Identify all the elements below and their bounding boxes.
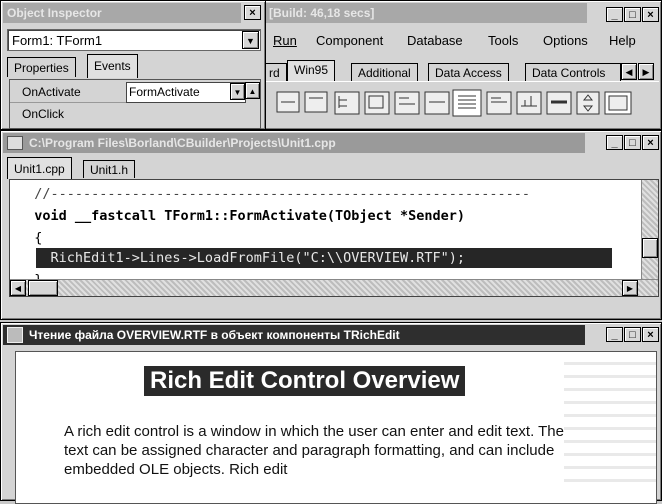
main-window: [Build: 46,18 secs] _ □ × Run Component … [262, 0, 662, 130]
events-grid: OnActivate FormActivate ▼ OnClick ▲ [9, 79, 261, 129]
scrollbar-thumb[interactable] [28, 280, 58, 296]
code-area[interactable]: //--------------------------------------… [9, 179, 659, 297]
vertical-scrollbar[interactable] [641, 180, 658, 280]
close-button[interactable]: × [642, 327, 659, 342]
richedit-window-buttons: _ □ × [606, 327, 659, 342]
editor-titlebar[interactable]: C:\Program Files\Borland\CBuilder\Projec… [3, 133, 585, 153]
tab-properties[interactable]: Properties [7, 57, 76, 77]
richedit-heading: Rich Edit Control Overview [144, 366, 466, 396]
tab-unit1-h[interactable]: Unit1.h [83, 160, 136, 178]
scroll-left-button[interactable]: ◀ [10, 280, 26, 296]
component-icons[interactable] [263, 82, 659, 126]
object-selector-value: Form1: TForm1 [12, 33, 103, 48]
grid-row[interactable]: OnActivate FormActivate ▼ [10, 82, 246, 103]
menu-component[interactable]: Component [316, 33, 383, 48]
scroll-right-button[interactable]: ▶ [622, 280, 638, 296]
maximize-button[interactable]: □ [624, 135, 641, 150]
event-value: FormActivate [129, 85, 200, 99]
code-editor-window: C:\Program Files\Borland\CBuilder\Projec… [0, 130, 662, 320]
inspector-close-button[interactable]: × [244, 5, 261, 20]
inspector-titlebar[interactable]: Object Inspector [3, 3, 241, 23]
minimize-button[interactable]: _ [606, 7, 623, 22]
event-value-field[interactable]: FormActivate ▼ [126, 82, 246, 103]
main-window-titlebar[interactable]: [Build: 46,18 secs] [265, 3, 587, 23]
richedit-window: Чтение файла OVERVIEW.RTF в объект компо… [0, 322, 662, 504]
component-palette [263, 81, 659, 126]
menu-tools[interactable]: Tools [488, 33, 518, 48]
object-selector[interactable]: Form1: TForm1 ▼ [7, 29, 261, 51]
close-button[interactable]: × [642, 135, 659, 150]
minimize-button[interactable]: _ [606, 327, 623, 342]
grid-row[interactable]: OnClick [10, 104, 244, 124]
scrollbar-thumb[interactable] [642, 238, 658, 258]
palette-tab-standard[interactable]: rd [263, 63, 287, 81]
palette-tab-win95[interactable]: Win95 [287, 60, 336, 81]
event-name: OnClick [22, 107, 65, 121]
palette-tab-data-access[interactable]: Data Access [428, 63, 509, 81]
horizontal-scrollbar[interactable]: ◀ ▶ [10, 279, 658, 296]
richedit-heading-text: Rich Edit Control Overview [150, 367, 460, 394]
richedit-control[interactable]: Rich Edit Control Overview A rich edit c… [15, 351, 657, 504]
tab-events[interactable]: Events [87, 54, 138, 78]
object-inspector-window: Object Inspector × Form1: TForm1 ▼ Prope… [0, 0, 266, 130]
editor-window-buttons: _ □ × [606, 135, 659, 150]
inspector-title: Object Inspector [7, 6, 102, 20]
close-button[interactable]: × [642, 7, 659, 22]
richedit-titlebar[interactable]: Чтение файла OVERVIEW.RTF в объект компо… [3, 325, 585, 345]
palette-scroll-right[interactable]: ▶ [638, 63, 654, 80]
code-line-4: RichEdit1->Lines->LoadFromFile("C:\\OVER… [18, 250, 466, 266]
palette-scroll-left[interactable]: ◀ [621, 63, 637, 80]
main-window-buttons: _ □ × [606, 7, 659, 22]
folder-icon [7, 136, 23, 150]
minimize-button[interactable]: _ [606, 135, 623, 150]
code-line-3: { [18, 230, 43, 246]
maximize-button[interactable]: □ [624, 327, 641, 342]
tab-unit1-cpp[interactable]: Unit1.cpp [7, 157, 72, 179]
background-bleed-text [564, 362, 656, 482]
main-window-title: [Build: 46,18 secs] [269, 6, 375, 20]
editor-title: C:\Program Files\Borland\CBuilder\Projec… [29, 136, 336, 150]
palette-tab-data-controls[interactable]: Data Controls [525, 63, 621, 81]
menu-help[interactable]: Help [609, 33, 636, 48]
menu-options[interactable]: Options [543, 33, 588, 48]
menu-database[interactable]: Database [407, 33, 463, 48]
richedit-body: A rich edit control is a window in which… [64, 423, 564, 478]
menu-run[interactable]: Run [273, 33, 297, 48]
app-icon [7, 327, 23, 343]
code-line-1: //--------------------------------------… [18, 186, 531, 202]
maximize-button[interactable]: □ [624, 7, 641, 22]
chevron-down-icon[interactable]: ▼ [242, 31, 259, 49]
richedit-title: Чтение файла OVERVIEW.RTF в объект компо… [29, 328, 400, 342]
chevron-down-icon[interactable]: ▼ [230, 83, 245, 100]
grid-scroll-up[interactable]: ▲ [245, 82, 260, 99]
palette-tab-additional[interactable]: Additional [351, 63, 418, 81]
event-name: OnActivate [22, 85, 81, 99]
code-line-2: void __fastcall TForm1::FormActivate(TOb… [18, 208, 466, 224]
